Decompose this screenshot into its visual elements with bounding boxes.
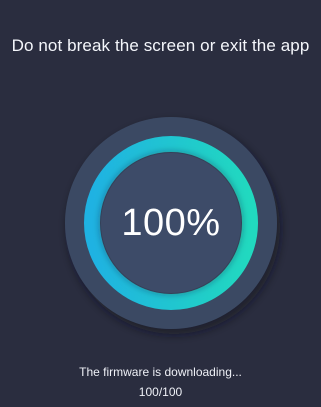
download-status-text: The firmware is downloading... <box>79 365 242 379</box>
progress-percentage: 100% <box>121 201 221 244</box>
firmware-download-screen: Do not break the screen or exit the app … <box>0 0 321 407</box>
warning-message: Do not break the screen or exit the app <box>11 36 310 55</box>
download-count: 100/100 <box>138 385 183 399</box>
